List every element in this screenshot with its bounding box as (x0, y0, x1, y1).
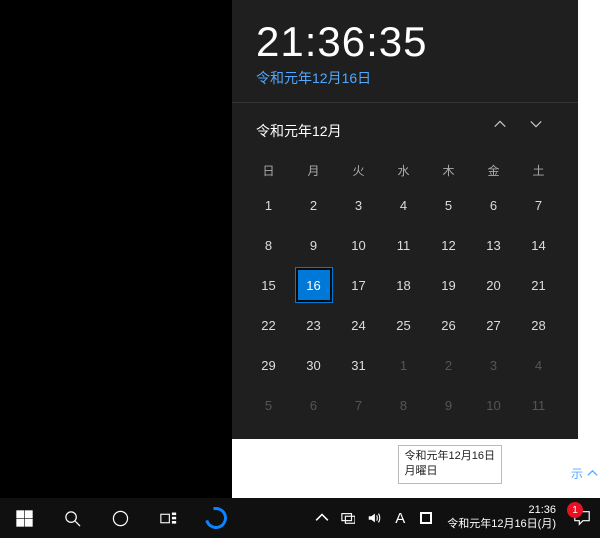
calendar-day[interactable]: 14 (516, 225, 561, 265)
hide-agenda-label: 示 (571, 465, 583, 482)
prev-month-button[interactable] (482, 117, 518, 145)
calendar-day[interactable]: 5 (246, 385, 291, 425)
clock-calendar-flyout: 21:36:35 令和元年12月16日 令和元年12月 日月火水木金土 1234… (232, 0, 578, 439)
calendar-day[interactable]: 8 (246, 225, 291, 265)
calendar-day[interactable]: 3 (336, 185, 381, 225)
calendar-day[interactable]: 6 (471, 185, 516, 225)
weekday-header: 土 (516, 155, 561, 185)
calendar-day[interactable]: 23 (291, 305, 336, 345)
calendar-day[interactable]: 25 (381, 305, 426, 345)
calendar-day[interactable]: 11 (516, 385, 561, 425)
calendar-day[interactable]: 10 (471, 385, 516, 425)
task-view-button[interactable] (144, 498, 192, 538)
weekday-header: 火 (336, 155, 381, 185)
tray-clock-time: 21:36 (447, 504, 556, 518)
calendar-day[interactable]: 27 (471, 305, 516, 345)
calendar-day[interactable]: 7 (336, 385, 381, 425)
calendar-day-today[interactable]: 16 (291, 265, 336, 305)
calendar-day[interactable]: 24 (336, 305, 381, 345)
edge-browser-button[interactable] (192, 498, 240, 538)
calendar-day[interactable]: 8 (381, 385, 426, 425)
calendar-day[interactable]: 21 (516, 265, 561, 305)
calendar-day[interactable]: 30 (291, 345, 336, 385)
weekday-header: 月 (291, 155, 336, 185)
hide-agenda-link[interactable]: 示 (571, 465, 598, 482)
tray-clock[interactable]: 21:36 令和元年12月16日(月) (439, 504, 564, 532)
calendar-day[interactable]: 6 (291, 385, 336, 425)
calendar-day[interactable]: 1 (381, 345, 426, 385)
calendar-grid: 日月火水木金土 12345678910111213141516171819202… (232, 155, 578, 431)
date-tooltip: 令和元年12月16日 月曜日 (398, 445, 502, 484)
calendar-day[interactable]: 4 (381, 185, 426, 225)
desktop-background (0, 0, 232, 498)
taskbar-left (0, 498, 240, 538)
calendar-day[interactable]: 28 (516, 305, 561, 345)
calendar-day[interactable]: 7 (516, 185, 561, 225)
ime-mode-indicator[interactable]: A (387, 498, 413, 538)
volume-icon[interactable] (361, 498, 387, 538)
calendar-day[interactable]: 18 (381, 265, 426, 305)
edge-icon (201, 503, 231, 533)
calendar-day[interactable]: 9 (291, 225, 336, 265)
tooltip-line1: 令和元年12月16日 (405, 449, 495, 464)
calendar-day[interactable]: 20 (471, 265, 516, 305)
ime-pad-icon[interactable] (413, 498, 439, 538)
taskbar: A 21:36 令和元年12月16日(月) 1 (0, 498, 600, 538)
calendar-header: 令和元年12月 (232, 103, 578, 155)
calendar-day[interactable]: 29 (246, 345, 291, 385)
clock-time: 21:36:35 (256, 18, 554, 66)
calendar-day[interactable]: 12 (426, 225, 471, 265)
system-tray: A 21:36 令和元年12月16日(月) 1 (309, 498, 600, 538)
clock-date-link[interactable]: 令和元年12月16日 (256, 68, 554, 88)
weekday-header: 日 (246, 155, 291, 185)
tooltip-line2: 月曜日 (405, 464, 495, 479)
calendar-day[interactable]: 19 (426, 265, 471, 305)
calendar-day[interactable]: 17 (336, 265, 381, 305)
calendar-day[interactable]: 15 (246, 265, 291, 305)
calendar-day[interactable]: 3 (471, 345, 516, 385)
calendar-day[interactable]: 2 (426, 345, 471, 385)
calendar-day[interactable]: 11 (381, 225, 426, 265)
start-button[interactable] (0, 498, 48, 538)
weekday-header: 金 (471, 155, 516, 185)
clock-area: 21:36:35 令和元年12月16日 (232, 0, 578, 103)
calendar-day[interactable]: 31 (336, 345, 381, 385)
calendar-day[interactable]: 1 (246, 185, 291, 225)
calendar-title[interactable]: 令和元年12月 (256, 121, 482, 141)
search-button[interactable] (48, 498, 96, 538)
tray-clock-date: 令和元年12月16日(月) (447, 518, 556, 532)
action-center-button[interactable]: 1 (564, 498, 600, 538)
calendar-day[interactable]: 26 (426, 305, 471, 345)
calendar-day[interactable]: 10 (336, 225, 381, 265)
calendar-day[interactable]: 22 (246, 305, 291, 345)
calendar-day[interactable]: 5 (426, 185, 471, 225)
notification-badge: 1 (567, 502, 583, 518)
network-icon[interactable] (335, 498, 361, 538)
calendar-day[interactable]: 4 (516, 345, 561, 385)
next-month-button[interactable] (518, 117, 554, 145)
weekday-header: 木 (426, 155, 471, 185)
calendar-day[interactable]: 13 (471, 225, 516, 265)
tray-overflow-button[interactable] (309, 498, 335, 538)
cortana-button[interactable] (96, 498, 144, 538)
calendar-day[interactable]: 2 (291, 185, 336, 225)
weekday-header: 水 (381, 155, 426, 185)
calendar-day[interactable]: 9 (426, 385, 471, 425)
